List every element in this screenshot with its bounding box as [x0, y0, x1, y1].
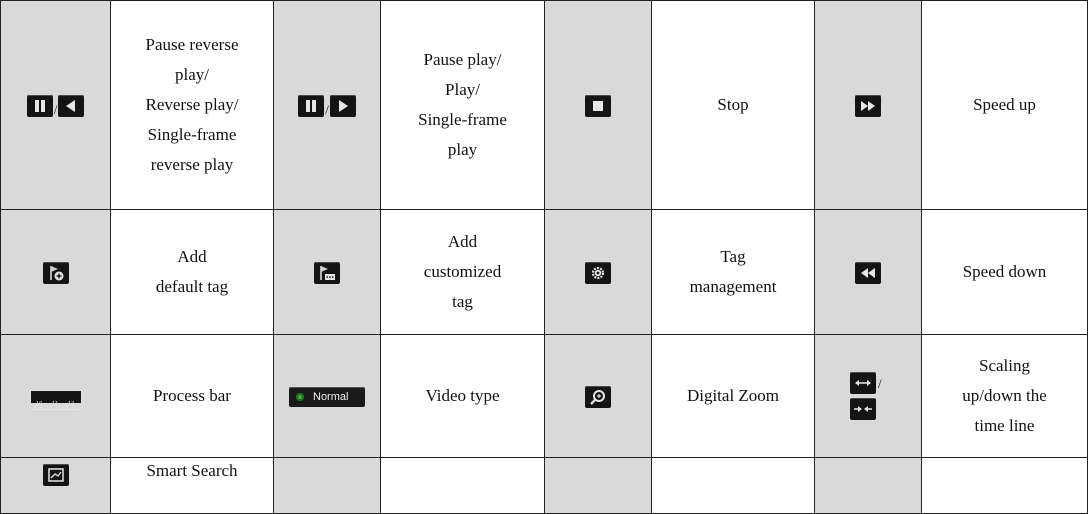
icon-cell — [814, 209, 922, 335]
process-bar-tick-label: 10 — [36, 401, 42, 407]
scale-down-timeline-icon[interactable] — [850, 398, 876, 420]
table-row: 10 11 12 Process bar Normal Video type D… — [0, 334, 1088, 458]
icon-cell — [544, 0, 652, 210]
empty-icon-cell — [273, 457, 381, 514]
pause-icon[interactable] — [26, 95, 53, 118]
digital-zoom-label: Digital Zoom — [651, 334, 815, 458]
process-bar-icon[interactable]: 10 11 12 — [30, 391, 81, 411]
video-type-value: Normal — [313, 391, 349, 404]
playback-controls-table: / Pause reverse play/ Reverse play/ Sing… — [0, 0, 1088, 514]
speed-down-label: Speed down — [921, 209, 1088, 335]
video-type-label: Video type — [380, 334, 545, 458]
empty-icon-cell — [544, 457, 652, 514]
separator-slash: / — [325, 101, 329, 117]
icon-cell — [544, 334, 652, 458]
play-icon[interactable] — [329, 95, 356, 118]
icon-cell — [814, 0, 922, 210]
table-row: / Pause reverse play/ Reverse play/ Sing… — [0, 0, 1088, 210]
empty-label-cell — [380, 457, 545, 514]
speed-up-icon[interactable] — [855, 95, 881, 118]
icon-cell: / — [273, 0, 381, 210]
table-row: Add default tag Add customized tag Tag m… — [0, 209, 1088, 335]
empty-label-cell — [921, 457, 1088, 514]
video-type-badge[interactable]: Normal — [289, 387, 365, 408]
icon-cell: 10 11 12 — [0, 334, 111, 458]
icon-cell: / — [0, 0, 111, 210]
icon-cell — [273, 209, 381, 335]
pause-reverse-label: Pause reverse play/ Reverse play/ Single… — [110, 0, 274, 210]
pause-play-label: Pause play/ Play/ Single-frame play — [380, 0, 545, 210]
stop-icon[interactable] — [585, 95, 611, 118]
speed-down-icon[interactable] — [855, 262, 881, 285]
separator-slash: / — [878, 375, 882, 391]
pause-icon[interactable] — [298, 95, 325, 118]
digital-zoom-icon[interactable] — [585, 386, 611, 409]
icon-cell: Normal — [273, 334, 381, 458]
scale-up-timeline-icon[interactable] — [850, 372, 876, 394]
icon-cell — [0, 209, 111, 335]
reverse-play-icon[interactable] — [58, 95, 85, 118]
process-bar-tick-label: 11 — [52, 401, 58, 407]
icon-cell — [544, 209, 652, 335]
add-default-tag-icon[interactable] — [42, 262, 69, 285]
icon-cell: / — [814, 334, 922, 458]
stop-label: Stop — [651, 0, 815, 210]
speed-up-label: Speed up — [921, 0, 1088, 210]
add-default-tag-label: Add default tag — [110, 209, 274, 335]
icon-cell — [0, 457, 111, 514]
process-bar-label: Process bar — [110, 334, 274, 458]
smart-search-icon[interactable] — [42, 463, 69, 486]
tag-management-label: Tag management — [651, 209, 815, 335]
process-bar-tick-label: 12 — [68, 401, 74, 407]
table-row: Smart Search — [0, 457, 1088, 514]
timeline-scale-label: Scaling up/down the time line — [921, 334, 1088, 458]
empty-icon-cell — [814, 457, 922, 514]
tag-management-icon[interactable] — [585, 262, 611, 285]
status-dot-icon — [296, 393, 304, 402]
smart-search-label: Smart Search — [110, 457, 274, 514]
empty-label-cell — [651, 457, 815, 514]
separator-slash: / — [53, 101, 58, 117]
add-customized-tag-icon[interactable] — [314, 262, 340, 285]
add-customized-tag-label: Add customized tag — [380, 209, 545, 335]
